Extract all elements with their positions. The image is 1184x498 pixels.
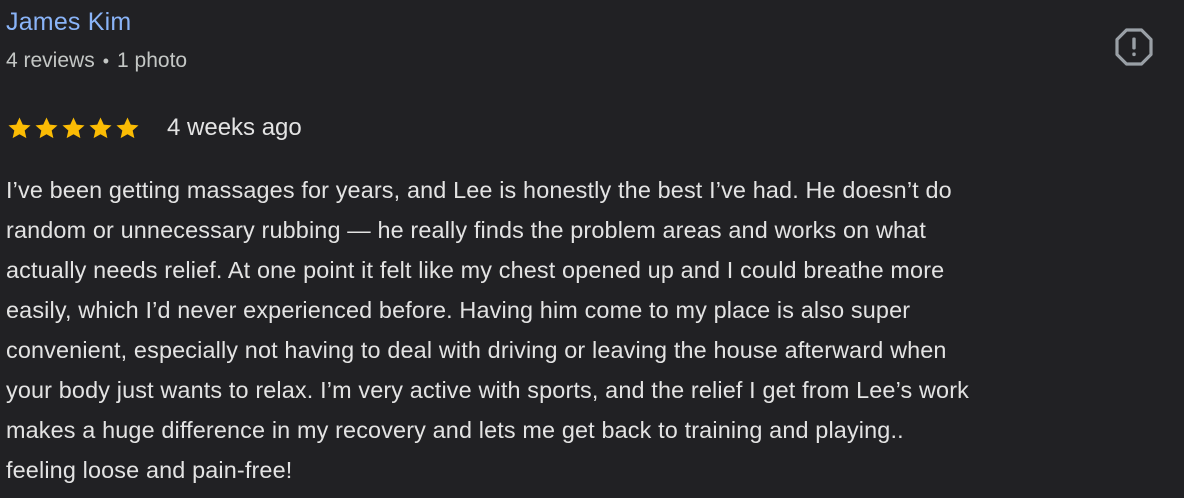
review-text-line: makes a huge difference in my recovery a… — [6, 417, 904, 443]
review-text-line: feeling loose and pain-free! — [6, 457, 293, 483]
review-text-line: your body just wants to relax. I’m very … — [6, 377, 969, 403]
review-count: 4 reviews — [6, 49, 95, 72]
review-text-line: convenient, especially not having to dea… — [6, 337, 947, 363]
star-icon — [62, 116, 85, 138]
star-rating — [6, 115, 141, 142]
report-review-button[interactable] — [1113, 26, 1155, 68]
review-text-line: I’ve been getting massages for years, an… — [6, 177, 952, 203]
star-icon — [116, 116, 139, 138]
star-icon — [8, 116, 31, 138]
star-icon — [35, 116, 58, 138]
meta-separator: • — [102, 50, 110, 71]
review-text-line: easily, which I’d never experienced befo… — [6, 297, 911, 323]
review-text-line: actually needs relief. At one point it f… — [6, 257, 945, 283]
review-date: 4 weeks ago — [167, 114, 302, 141]
review-text: I’ve been getting massages for years, an… — [6, 170, 1181, 490]
review-card: James Kim 4 reviews • 1 photo 4 weeks ag… — [0, 0, 1184, 498]
star-icon — [89, 116, 112, 138]
reviewer-name-link[interactable]: James Kim — [6, 8, 131, 37]
report-icon — [1115, 28, 1153, 66]
rating-row: 4 weeks ago — [6, 112, 302, 144]
reviewer-meta: 4 reviews • 1 photo — [6, 49, 187, 73]
review-text-line: random or unnecessary rubbing — he reall… — [6, 217, 926, 243]
photo-count: 1 photo — [117, 49, 188, 72]
